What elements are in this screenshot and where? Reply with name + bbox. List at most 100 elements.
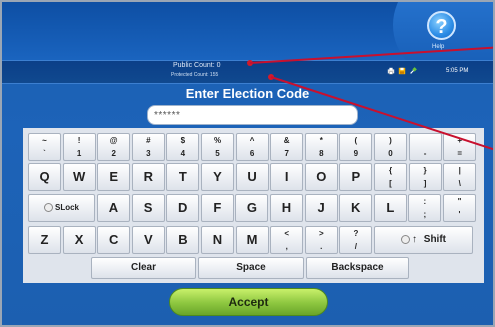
key-label: 8: [319, 149, 324, 158]
key-sym-6[interactable]: ^ 6: [235, 133, 269, 161]
key-sym-9[interactable]: (9: [339, 133, 373, 161]
key-label: 0: [388, 149, 393, 158]
key-row3-6[interactable]: J: [304, 194, 338, 222]
key-label: X: [74, 232, 84, 247]
key-label: L: [386, 200, 395, 215]
key-label: D: [177, 200, 188, 215]
key-row3-punct-1[interactable]: " ': [443, 194, 476, 222]
key-label: M: [246, 232, 258, 247]
key-sym-8[interactable]: * 8: [304, 133, 338, 161]
key-label: F: [213, 200, 222, 215]
key-row2-11[interactable]: }]: [408, 163, 442, 191]
key-sym-7[interactable]: & 7: [270, 133, 304, 161]
key-label: >: [318, 229, 324, 238]
key-row3-8[interactable]: L: [373, 194, 407, 222]
key-row2-7[interactable]: I: [270, 163, 304, 191]
key-sym-3[interactable]: #3: [131, 133, 165, 161]
key-sym-10[interactable]: ) 0: [374, 133, 407, 161]
key-row3-7[interactable]: K: [339, 194, 373, 222]
key-label: -: [423, 149, 427, 158]
key-row4-6[interactable]: M: [235, 226, 269, 254]
help-button[interactable]: ?: [427, 11, 456, 40]
key-row4-punct-1[interactable]: >.: [304, 226, 338, 254]
key-label: N: [212, 232, 223, 247]
slock-indicator: [43, 203, 53, 213]
shift-wrap: ↑ Shift: [375, 233, 472, 247]
key-row4-punct-2[interactable]: ? /: [339, 226, 373, 254]
disk-icon: [398, 67, 406, 75]
key-label: T: [178, 169, 187, 184]
key-label: 7: [284, 149, 289, 158]
status-icons: [387, 67, 417, 75]
space-key[interactable]: Space: [198, 257, 304, 279]
key-label: W: [72, 169, 86, 184]
key-sym-5[interactable]: % 5: [201, 133, 234, 161]
key-label: 9: [353, 149, 359, 158]
key-row3-5[interactable]: H: [270, 194, 303, 222]
key-label: ": [457, 197, 462, 206]
key-row3-2[interactable]: D: [166, 194, 200, 222]
key-row2-8[interactable]: O: [304, 163, 338, 191]
key-row3-punct-0[interactable]: :;: [408, 194, 442, 222]
key-row3-4[interactable]: G: [235, 194, 269, 222]
key-row2-3[interactable]: R: [131, 163, 165, 191]
key-row4-1[interactable]: X: [62, 226, 96, 254]
key-label: Backspace: [331, 262, 384, 273]
key-label: J: [317, 200, 325, 215]
key-sym-4[interactable]: $4: [166, 133, 200, 161]
backspace-key[interactable]: Backspace: [306, 257, 409, 279]
key-label: Space: [236, 262, 266, 273]
key-row2-12[interactable]: | \: [443, 163, 477, 191]
key-row3-0[interactable]: A: [97, 194, 130, 222]
key-row3-1[interactable]: S: [131, 194, 165, 222]
key-row2-5[interactable]: Y: [201, 163, 234, 191]
key-row3-3[interactable]: F: [200, 194, 234, 222]
key-label: Q: [39, 169, 50, 184]
key-label: S: [143, 200, 153, 215]
printer-icon: [387, 67, 395, 75]
key-row4-0[interactable]: Z: [28, 226, 61, 254]
key-row2-1[interactable]: W: [62, 163, 96, 191]
key-row4-3[interactable]: V: [131, 226, 165, 254]
key-sym-11[interactable]: -: [408, 133, 442, 161]
key-sym-2[interactable]: @2: [97, 133, 131, 161]
election-code-value: ******: [154, 110, 181, 121]
shift-key[interactable]: ↑ Shift: [374, 226, 473, 254]
key-label: A: [108, 200, 119, 215]
key-label: 1: [76, 149, 82, 158]
key-label: O: [316, 169, 327, 184]
key-label: %: [213, 136, 222, 145]
key-row2-4[interactable]: T: [166, 163, 200, 191]
key-label: P: [351, 169, 361, 184]
key-label: .: [320, 242, 323, 251]
key-sym-1[interactable]: ! 1: [62, 133, 96, 161]
key-label: ~: [42, 136, 47, 145]
key-row4-4[interactable]: B: [166, 226, 200, 254]
key-label: U: [247, 169, 257, 184]
key-row2-0[interactable]: Q: [28, 163, 61, 191]
key-label: H: [281, 200, 292, 215]
key-row2-6[interactable]: U: [235, 163, 269, 191]
accept-button[interactable]: Accept: [169, 288, 328, 316]
voting-screen: ? Help Public Count: 0 Protected Count: …: [0, 0, 495, 327]
key-sym-0[interactable]: ~ `: [28, 133, 61, 161]
key-row4-punct-0[interactable]: <,: [270, 226, 304, 254]
key-label: =: [457, 149, 463, 158]
key-row2-9[interactable]: P: [339, 163, 373, 191]
election-code-field[interactable]: ******: [147, 105, 358, 125]
key-label: !: [77, 136, 81, 145]
key-label: `: [43, 149, 46, 158]
key-label: /: [354, 242, 357, 251]
clock: 5:05 PM: [446, 68, 469, 74]
key-row2-10[interactable]: {[: [374, 163, 407, 191]
key-label: 4: [180, 149, 186, 158]
clear-key[interactable]: Clear: [91, 257, 196, 279]
key-row2-2[interactable]: E: [97, 163, 131, 191]
key-label: ?: [353, 229, 359, 238]
key-row4-5[interactable]: N: [201, 226, 234, 254]
key-row4-2[interactable]: C: [97, 226, 131, 254]
key-label: (: [354, 136, 358, 145]
key-label: <: [284, 229, 290, 238]
key-label: :: [423, 197, 427, 206]
slock-key[interactable]: SLock: [28, 194, 95, 222]
